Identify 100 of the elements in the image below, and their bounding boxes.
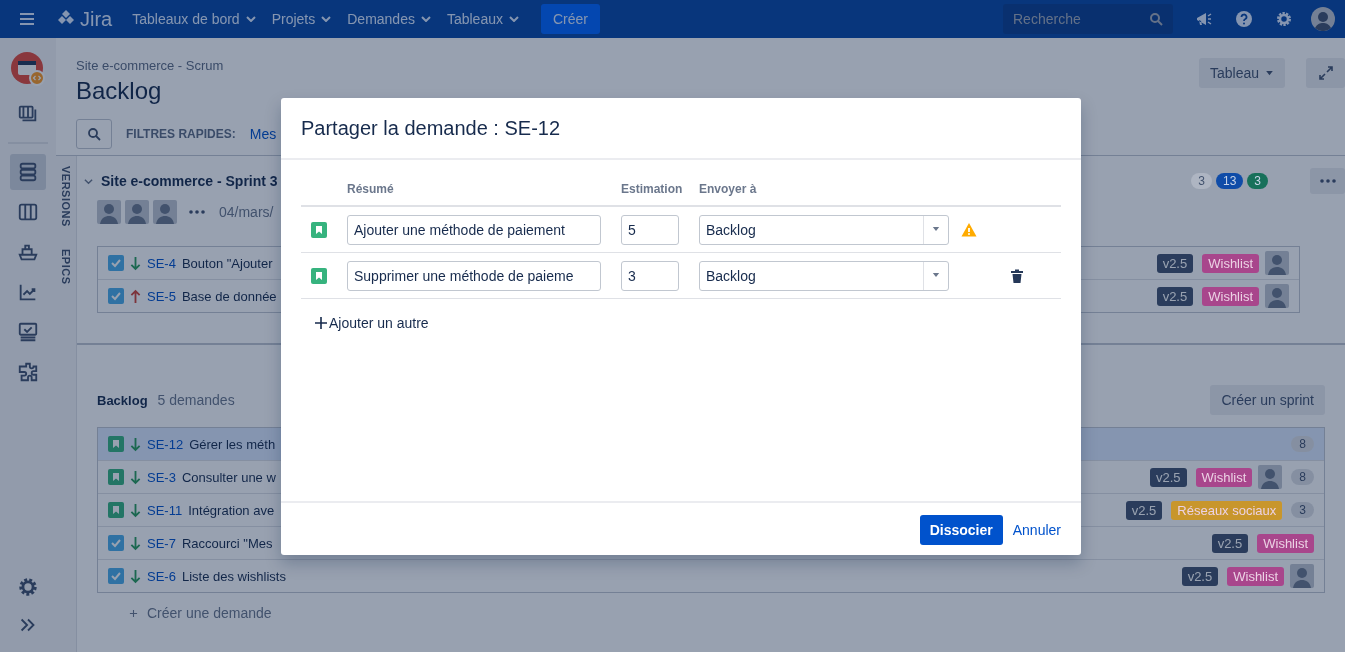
avatar bbox=[125, 200, 149, 224]
issue-summary: Raccourci "Mes bbox=[181, 535, 273, 551]
epic-label: Wishlist bbox=[1202, 253, 1259, 273]
plus-icon bbox=[315, 317, 327, 329]
search-icon bbox=[1149, 12, 1163, 26]
help-icon[interactable] bbox=[1235, 10, 1253, 28]
more-icon[interactable] bbox=[189, 210, 205, 214]
monitor-icon bbox=[17, 321, 39, 343]
epic-label: Wishlist bbox=[1195, 467, 1253, 487]
version-label: v2.5 bbox=[1181, 566, 1219, 586]
story-icon bbox=[108, 469, 124, 485]
estimate-field[interactable]: 5 bbox=[621, 214, 679, 245]
estimate-badge: 3 bbox=[1291, 502, 1314, 518]
sprint-name: Site e-commerce - Sprint 3 bbox=[101, 173, 278, 189]
issue-key[interactable]: SE-7 bbox=[147, 535, 176, 551]
issue-summary: Consulter une w bbox=[181, 469, 276, 485]
avatar bbox=[153, 200, 177, 224]
checkbox-icon bbox=[108, 535, 124, 551]
add-another-link[interactable]: Ajouter un autre bbox=[315, 315, 429, 331]
issue-count: 5 demandes bbox=[157, 392, 235, 408]
settings-icon[interactable] bbox=[1275, 10, 1293, 28]
destination-select[interactable]: Backlog bbox=[699, 214, 949, 245]
checkbox-icon bbox=[108, 255, 124, 271]
issue-key[interactable]: SE-5 bbox=[147, 288, 176, 304]
caret-icon bbox=[420, 16, 431, 22]
summary-field[interactable]: Supprimer une méthode de paieme bbox=[347, 260, 601, 291]
issue-key[interactable]: SE-3 bbox=[147, 469, 176, 485]
story-icon bbox=[108, 436, 124, 452]
caret-icon bbox=[509, 16, 519, 22]
sidebar-item[interactable] bbox=[10, 154, 46, 190]
create-sprint-button[interactable]: Créer un sprint bbox=[1210, 385, 1325, 415]
quick-filters-label: FILTRES RAPIDES: bbox=[126, 127, 236, 141]
count-badge: 3 bbox=[1191, 173, 1212, 189]
side-tab[interactable]: EPICS bbox=[60, 248, 72, 285]
issue-summary: Bouton "Ajouter bbox=[181, 255, 273, 271]
search-field[interactable]: Recherche bbox=[1003, 4, 1173, 34]
project-avatar[interactable] bbox=[11, 52, 45, 86]
breadcrumb[interactable]: Site e-commerce - Scrum bbox=[76, 58, 277, 73]
avatar bbox=[97, 200, 121, 224]
page-title: Backlog bbox=[76, 77, 163, 105]
nav-menu[interactable]: Projets bbox=[265, 7, 338, 31]
delete-icon[interactable] bbox=[1009, 267, 1025, 284]
backlog-title: Backlog bbox=[97, 392, 148, 408]
checkbox-icon bbox=[108, 568, 124, 584]
epic-label: Réseaux sociaux bbox=[1171, 500, 1283, 520]
estimate-badge: 8 bbox=[1291, 436, 1314, 452]
nav-menu[interactable]: Tableaux bbox=[440, 7, 525, 31]
nav-menu[interactable]: Demandes bbox=[341, 7, 437, 31]
issue-key[interactable]: SE-12 bbox=[147, 436, 184, 452]
board-dropdown[interactable]: Tableau bbox=[1198, 58, 1285, 88]
version-label: v2.5 bbox=[1156, 286, 1194, 306]
epic-label: Wishlist bbox=[1227, 566, 1284, 586]
side-tab[interactable]: VERSIONS bbox=[60, 166, 72, 227]
create-issue-link[interactable]: Créer une demande bbox=[129, 605, 272, 621]
estimate-badge: 8 bbox=[1291, 469, 1314, 485]
megaphone-icon[interactable] bbox=[1195, 10, 1213, 28]
search-field[interactable] bbox=[76, 119, 112, 149]
story-icon bbox=[108, 502, 124, 518]
story-icon bbox=[311, 221, 327, 238]
cancel-link[interactable]: Annuler bbox=[1012, 522, 1061, 538]
estimate-field[interactable]: 3 bbox=[621, 260, 679, 291]
issue-summary: Liste des wishlists bbox=[181, 568, 286, 584]
more-button[interactable] bbox=[1310, 168, 1345, 194]
version-label: v2.5 bbox=[1149, 467, 1187, 487]
caret-icon bbox=[1265, 70, 1274, 76]
chevron-down-icon[interactable] bbox=[84, 176, 93, 186]
destination-select[interactable]: Backlog bbox=[699, 260, 949, 291]
columns-icon bbox=[17, 201, 39, 223]
caret-icon bbox=[245, 16, 256, 22]
count-badge: 13 bbox=[1215, 173, 1244, 189]
caret-icon bbox=[321, 16, 332, 22]
count-badge: 3 bbox=[1247, 173, 1268, 189]
expand-icon bbox=[1318, 66, 1333, 80]
caret-icon bbox=[932, 227, 940, 232]
fullscreen-button[interactable] bbox=[1306, 58, 1345, 88]
issue-key[interactable]: SE-6 bbox=[147, 568, 176, 584]
more-icon bbox=[1319, 179, 1336, 183]
epic-label: Wishlist bbox=[1202, 286, 1259, 306]
column-header: Estimation bbox=[621, 182, 684, 196]
issue-key[interactable]: SE-11 bbox=[147, 502, 183, 518]
summary-field[interactable]: Ajouter une méthode de paiement bbox=[347, 214, 601, 245]
nav-menu[interactable]: Tableaux de bord bbox=[126, 7, 262, 31]
dialog-title: Partager la demande : SE-12 bbox=[281, 98, 1081, 160]
product-name[interactable]: Jira bbox=[80, 7, 113, 31]
sprint-date: 04/mars/ bbox=[219, 204, 274, 220]
create-button[interactable]: Créer bbox=[541, 4, 600, 34]
dissociate-button[interactable]: Dissocier bbox=[919, 515, 1003, 545]
user-avatar[interactable] bbox=[1311, 7, 1335, 31]
version-label: v2.5 bbox=[1211, 533, 1249, 553]
menu-icon[interactable] bbox=[18, 10, 36, 28]
quick-filter-link[interactable]: Mes bbox=[249, 126, 277, 142]
version-label: v2.5 bbox=[1156, 253, 1194, 273]
plus-icon bbox=[129, 608, 138, 618]
settings-icon[interactable] bbox=[17, 576, 39, 598]
epic-label: Wishlist bbox=[1257, 533, 1314, 553]
search-icon bbox=[87, 127, 101, 141]
issue-summary: Intégration ave bbox=[188, 502, 275, 518]
issue-key[interactable]: SE-4 bbox=[147, 255, 176, 271]
caret-icon bbox=[932, 273, 940, 278]
addons-icon bbox=[17, 361, 39, 383]
